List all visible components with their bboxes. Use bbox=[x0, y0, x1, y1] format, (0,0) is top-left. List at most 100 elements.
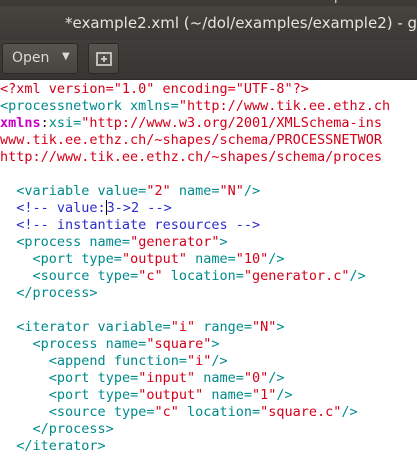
code-token-str: "http://www.tik.ee.ethz.ch bbox=[178, 98, 391, 114]
code-token-attr: function= bbox=[113, 353, 187, 369]
open-button-label: Open bbox=[12, 50, 50, 66]
code-token-str: www.tik.ee.ethz.ch/~shapes/schema/PROCES… bbox=[0, 132, 383, 148]
code-token-attr: type= bbox=[81, 251, 122, 267]
code-line: <source type="c" location="generator.c"/… bbox=[0, 268, 366, 285]
code-token-tag: /> bbox=[349, 268, 366, 284]
code-token-str: "N" bbox=[252, 319, 277, 335]
code-line: <append function="i"/> bbox=[0, 353, 228, 370]
code-line: <processnetwork xmlns="http://www.tik.ee… bbox=[0, 98, 390, 115]
code-token-tag: > bbox=[211, 336, 220, 352]
code-token-attr: type= bbox=[97, 370, 139, 386]
menu-item-help[interactable]: Help bbox=[313, 0, 343, 4]
code-token-str: "0" bbox=[243, 370, 269, 386]
code-token-tag: > bbox=[219, 234, 228, 250]
code-token-attr: name= bbox=[89, 234, 131, 250]
code-token-tag: <source bbox=[32, 268, 98, 284]
code-token-tag: <port bbox=[32, 251, 82, 267]
code-token-str: "output" bbox=[138, 387, 212, 403]
code-line: xmlns:xsi="http://www.w3.org/2001/XMLSch… bbox=[0, 115, 382, 132]
code-token-str: "output" bbox=[121, 251, 196, 267]
menu-item-view[interactable]: View bbox=[75, 0, 106, 4]
code-line: </process> bbox=[0, 285, 97, 302]
code-token-attr: range= bbox=[203, 319, 252, 335]
gedit-window: File Edit View Search Tools Documents Help *ex… bbox=[0, 0, 417, 464]
code-token-tag: </iterator> bbox=[16, 438, 106, 454]
code-line: <variable value="2" name="N"/> bbox=[0, 183, 260, 200]
code-line: </iterator> bbox=[0, 438, 106, 455]
code-token-tag: <processnetwork bbox=[0, 98, 131, 114]
code-token-attr: xmlns= bbox=[130, 98, 179, 114]
code-token-str: "1" bbox=[252, 387, 277, 403]
code-token-txt: : bbox=[40, 115, 49, 131]
code-token-attr: xsi= bbox=[48, 115, 82, 131]
code-token-tag: /> bbox=[276, 387, 293, 403]
open-button[interactable]: Open ▼ bbox=[2, 43, 78, 74]
code-token-str: "i" bbox=[186, 353, 212, 369]
toolbar: Open ▼ bbox=[0, 40, 417, 80]
code-token-xmlns: xmlns bbox=[0, 115, 41, 131]
code-line: <port type="output" name="1"/> bbox=[0, 387, 293, 404]
code-token-str: "generator" bbox=[130, 234, 220, 250]
code-token-tag: <variable bbox=[16, 183, 98, 199]
code-line: <iterator variable="i" range="N"> bbox=[0, 319, 285, 336]
menu-item-search[interactable]: Search bbox=[120, 0, 165, 4]
code-token-decl: <?xml version="1.0" encoding="UTF-8"?> bbox=[0, 81, 309, 97]
code-token-attr: type= bbox=[97, 387, 139, 403]
new-tab-icon bbox=[96, 52, 112, 66]
code-token-attr: type= bbox=[97, 268, 139, 284]
code-token-tag: /> bbox=[341, 404, 358, 420]
code-token-tag: /> bbox=[211, 353, 228, 369]
menu-item-file[interactable]: File bbox=[0, 0, 22, 4]
code-token-tag: <source bbox=[48, 404, 114, 420]
code-line: <process name="square"> bbox=[0, 336, 220, 353]
code-token-attr: name= bbox=[105, 336, 147, 352]
code-token-str: "square" bbox=[146, 336, 212, 352]
code-token-tag: <append bbox=[48, 353, 114, 369]
menu-item-documents[interactable]: Documents bbox=[225, 0, 299, 4]
code-token-attr: name= bbox=[195, 251, 236, 267]
code-token-attr: type= bbox=[113, 404, 155, 420]
menu-item-edit[interactable]: Edit bbox=[36, 0, 61, 4]
code-token-attr: name= bbox=[178, 183, 220, 199]
code-token-tag: <process bbox=[32, 336, 106, 352]
text-cursor bbox=[105, 200, 107, 215]
code-token-str: "i" bbox=[170, 319, 204, 335]
new-tab-button[interactable] bbox=[88, 43, 119, 74]
window-title: *example2.xml (~/dol/examples/example2) … bbox=[65, 14, 417, 32]
chevron-down-icon: ▼ bbox=[62, 51, 70, 62]
code-token-str: "10" bbox=[235, 251, 269, 267]
code-token-attr: name= bbox=[203, 370, 244, 386]
code-token-attr: location= bbox=[170, 268, 244, 284]
code-token-str: "http://www.w3.org/2001/XMLSchema-ins bbox=[81, 115, 383, 131]
code-token-tag: > bbox=[276, 319, 285, 335]
code-token-str: "input" bbox=[138, 370, 204, 386]
code-line: </process> bbox=[0, 421, 114, 438]
code-line: <port type="output" name="10"/> bbox=[0, 251, 285, 268]
code-line: <!-- value:3->2 --> bbox=[0, 200, 172, 217]
menu-item-tools[interactable]: Tools bbox=[178, 0, 210, 4]
code-token-tag: /> bbox=[268, 251, 285, 267]
code-token-tag: <process bbox=[16, 234, 90, 250]
code-line: <source type="c" location="square.c"/> bbox=[0, 404, 358, 421]
code-token-str: "2" bbox=[146, 183, 179, 199]
code-line: www.tik.ee.ethz.ch/~shapes/schema/PROCES… bbox=[0, 132, 382, 149]
code-token-attr: name= bbox=[211, 387, 252, 403]
code-token-attr: location= bbox=[186, 404, 261, 420]
text-editor[interactable]: <?xml version="1.0" encoding="UTF-8"?> <p… bbox=[0, 80, 417, 464]
code-token-tag: </process> bbox=[32, 421, 114, 437]
code-token-str: "generator.c" bbox=[243, 268, 350, 284]
